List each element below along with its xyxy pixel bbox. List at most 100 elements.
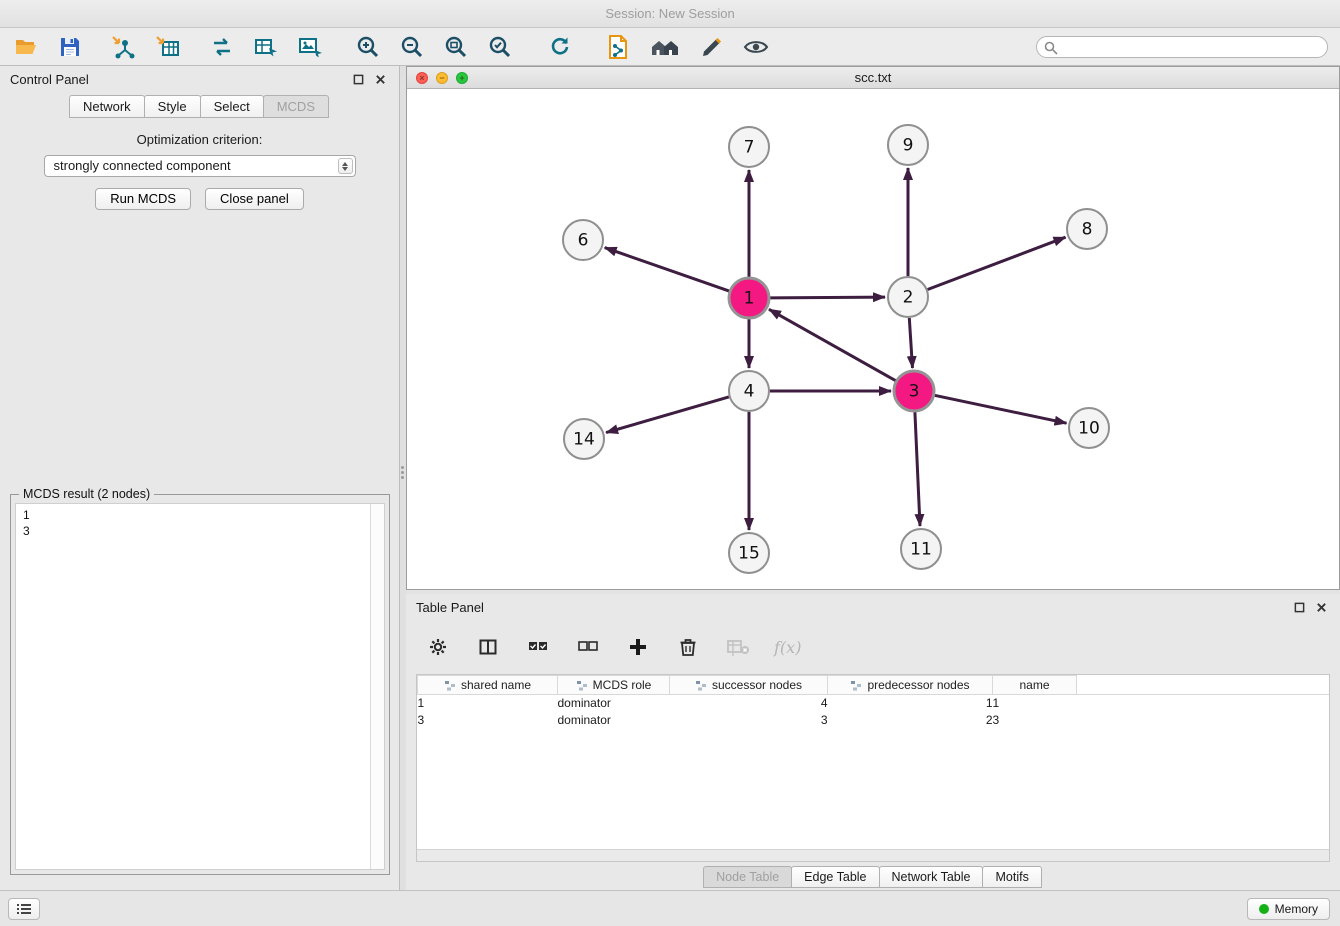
tab-select[interactable]: Select: [200, 95, 264, 118]
graph-node-label: 10: [1078, 419, 1100, 439]
close-table-panel-icon[interactable]: [1312, 598, 1330, 616]
graph-node-label: 6: [578, 231, 589, 251]
window-titlebar[interactable]: Session: New Session: [0, 0, 1340, 28]
divider-handle-icon: [401, 464, 405, 481]
graph-edge-2-8[interactable]: [928, 237, 1066, 289]
close-window-icon[interactable]: ×: [416, 72, 428, 84]
table-settings-gear-icon[interactable]: [424, 633, 452, 661]
search-input[interactable]: [1036, 36, 1328, 58]
graph-edge-3-11[interactable]: [915, 412, 920, 526]
select-all-icon[interactable]: [524, 633, 552, 661]
graph-edge-1-2[interactable]: [770, 297, 885, 298]
new-network-icon[interactable]: [208, 33, 236, 61]
function-builder-icon: f(x): [774, 638, 801, 657]
export-table-icon[interactable]: [252, 33, 280, 61]
network-tools-group: [208, 33, 324, 61]
tab-network-table[interactable]: Network Table: [879, 866, 984, 888]
graph-edge-3-1[interactable]: [769, 309, 896, 380]
graph-node-label: 8: [1082, 220, 1093, 240]
delete-column-icon[interactable]: [674, 633, 702, 661]
network-window: × − + scc.txt 7968124314101511: [406, 66, 1340, 590]
zoom-fit-icon[interactable]: [442, 33, 470, 61]
column-header[interactable]: MCDS role: [558, 676, 670, 695]
zoom-selected-icon[interactable]: [486, 33, 514, 61]
task-history-icon[interactable]: [8, 898, 40, 920]
graph-node-label: 11: [910, 540, 932, 560]
mcds-result-line: 1: [23, 507, 377, 523]
table-row[interactable]: 1 dominator 4 1 1: [418, 695, 1330, 712]
graph-edge-2-3[interactable]: [909, 318, 912, 368]
optimization-criterion-label: Optimization criterion:: [0, 132, 399, 147]
close-panel-icon[interactable]: [371, 70, 389, 88]
table-horizontal-scrollbar[interactable]: [417, 849, 1329, 861]
import-network-icon[interactable]: [110, 33, 138, 61]
graph-node-label: 4: [744, 382, 755, 402]
open-folder-icon[interactable]: [12, 33, 40, 61]
column-type-icon: [850, 680, 862, 691]
tab-motifs[interactable]: Motifs: [982, 866, 1041, 888]
table-panel-tabs: Node Table Edge Table Network Table Moti…: [406, 866, 1340, 888]
control-panel-header: Control Panel: [0, 66, 399, 92]
control-panel: Control Panel Network Style Select MCDS …: [0, 66, 400, 890]
show-columns-icon[interactable]: [474, 633, 502, 661]
save-session-icon[interactable]: [56, 33, 84, 61]
control-panel-tabs: Network Style Select MCDS: [0, 95, 399, 118]
add-column-icon[interactable]: [624, 633, 652, 661]
close-panel-button[interactable]: Close panel: [205, 188, 304, 210]
refresh-view-icon[interactable]: [546, 33, 574, 61]
clone-network-icon[interactable]: [604, 33, 632, 61]
import-group: [110, 33, 182, 61]
optimization-dropdown-value: strongly connected component: [54, 158, 231, 173]
node-table: shared name MCDS role successor nodes pr…: [416, 674, 1330, 862]
mcds-result-area[interactable]: 1 3: [15, 503, 385, 870]
tab-node-table[interactable]: Node Table: [703, 866, 792, 888]
column-header[interactable]: predecessor nodes: [828, 676, 993, 695]
main-toolbar: [0, 28, 1340, 66]
refresh-group: [546, 33, 574, 61]
control-panel-title: Control Panel: [10, 72, 89, 87]
graph-node-label: 3: [909, 382, 920, 402]
delete-table-icon: [724, 633, 752, 661]
home-icon[interactable]: [648, 33, 682, 61]
column-header[interactable]: shared name: [418, 676, 558, 695]
apply-style-icon[interactable]: [698, 33, 726, 61]
network-window-title: scc.txt: [855, 70, 892, 85]
graph-edge-4-14[interactable]: [606, 397, 729, 433]
graph-edge-1-6[interactable]: [605, 248, 730, 292]
import-table-icon[interactable]: [154, 33, 182, 61]
deselect-all-icon[interactable]: [574, 633, 602, 661]
tab-mcds[interactable]: MCDS: [263, 95, 329, 118]
graph-node-label: 15: [738, 544, 760, 564]
table-toolbar: f(x): [424, 630, 801, 664]
column-type-icon: [695, 680, 707, 691]
minimize-window-icon[interactable]: −: [436, 72, 448, 84]
tab-style[interactable]: Style: [144, 95, 201, 118]
zoom-out-icon[interactable]: [398, 33, 426, 61]
dropdown-stepper-icon: [338, 158, 353, 174]
column-header[interactable]: name: [993, 676, 1077, 695]
run-mcds-button[interactable]: Run MCDS: [95, 188, 191, 210]
network-window-titlebar[interactable]: × − + scc.txt: [407, 67, 1339, 89]
window-title: Session: New Session: [605, 6, 734, 21]
float-table-panel-icon[interactable]: [1290, 598, 1308, 616]
tab-edge-table[interactable]: Edge Table: [791, 866, 879, 888]
graph-edge-3-10[interactable]: [935, 395, 1067, 423]
graph-node-label: 9: [903, 136, 914, 156]
export-image-icon[interactable]: [296, 33, 324, 61]
result-scrollbar[interactable]: [370, 504, 384, 869]
table-panel-title: Table Panel: [416, 600, 484, 615]
table-row[interactable]: 3 dominator 3 2 3: [418, 712, 1330, 729]
column-header[interactable]: successor nodes: [670, 676, 828, 695]
column-type-icon: [444, 680, 456, 691]
network-canvas[interactable]: 7968124314101511: [407, 89, 1339, 589]
tab-network[interactable]: Network: [69, 95, 145, 118]
optimization-dropdown[interactable]: strongly connected component: [44, 155, 356, 177]
zoom-in-icon[interactable]: [354, 33, 382, 61]
table-header-row: shared name MCDS role successor nodes pr…: [418, 676, 1330, 695]
mcds-result-line: 3: [23, 523, 377, 539]
maximize-window-icon[interactable]: +: [456, 72, 468, 84]
show-hide-panel-icon[interactable]: [742, 33, 770, 61]
mcds-result-title: MCDS result (2 nodes): [19, 487, 154, 501]
float-panel-icon[interactable]: [349, 70, 367, 88]
memory-button[interactable]: Memory: [1247, 898, 1330, 920]
